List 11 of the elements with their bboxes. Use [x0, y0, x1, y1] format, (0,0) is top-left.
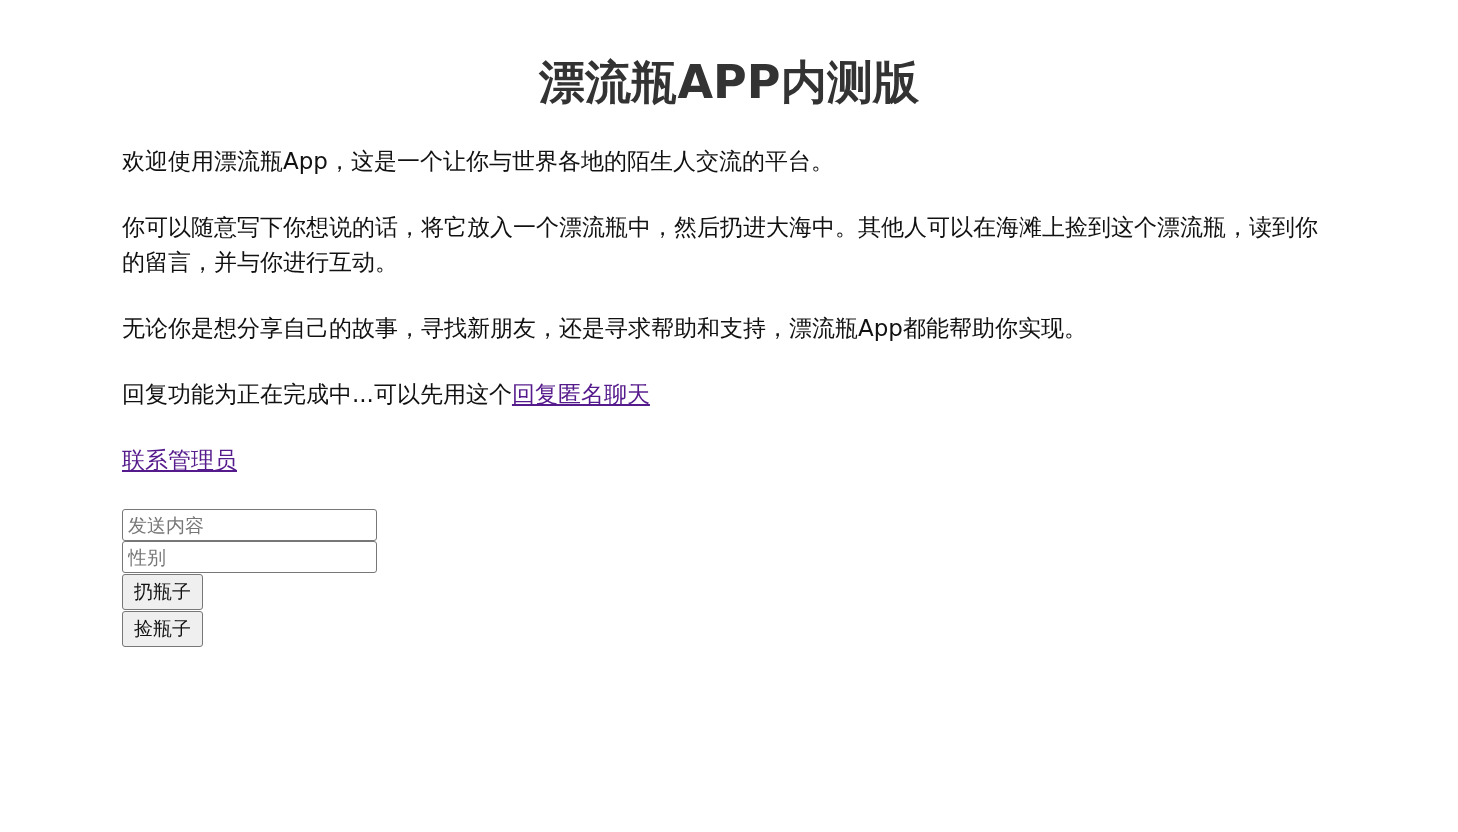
notice-paragraph: 回复功能为正在完成中...可以先用这个回复匿名聊天 — [122, 380, 651, 409]
input-field[interactable]: 发送内容 — [122, 509, 377, 541]
input-field[interactable]: 性别 — [122, 541, 377, 573]
action-button[interactable]: 捡瓶子 — [122, 611, 203, 647]
action-button[interactable]: 扔瓶子 — [122, 574, 203, 610]
page-title: 漂流瓶APP内测版 — [538, 54, 920, 111]
intro-paragraph: 无论你是想分享自己的故事，寻找新朋友，还是寻求帮助和支持，漂流瓶App都能帮助你实现。 — [122, 314, 1088, 343]
chat-link[interactable]: 回复匿名聊天 — [511, 381, 650, 407]
intro-paragraph: 你可以随意写下你想说的话，将它放入一个漂流瓶中，然后扔进大海中。其他人可以在海滩上捡到这个漂流瓶，读到你的留言，并与你进行互动。 — [122, 213, 1319, 277]
contact-admin-link[interactable]: 联系管理员 — [122, 447, 237, 473]
intro-paragraph: 欢迎使用漂流瓶App，这是一个让你与世界各地的陌生人交流的平台。 — [122, 147, 835, 176]
